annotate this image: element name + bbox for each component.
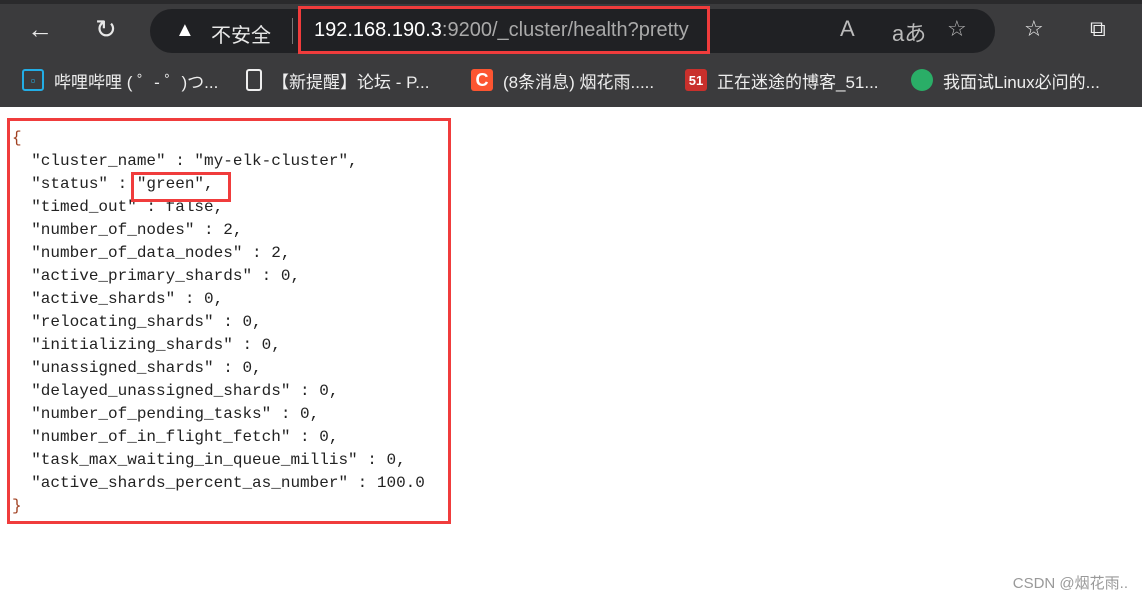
add-favorite-icon[interactable]: ☆ [947, 16, 967, 42]
read-aloud-icon[interactable]: A [840, 16, 855, 42]
tab-strip [0, 0, 1142, 4]
status-highlight-box [131, 172, 231, 202]
collections-icon[interactable]: ⧉ [1090, 16, 1106, 42]
bookmark-label: (8条消息) 烟花雨..... [503, 72, 655, 92]
close-brace: } [12, 497, 22, 515]
bookmark-forum[interactable]: 【新提醒】论坛 - P... [246, 68, 429, 92]
json-line: "unassigned_shards" : 0, [31, 359, 262, 377]
translate-icon[interactable]: aあ [892, 16, 926, 48]
browser-chrome: ← ↻ ▲ 不安全 192.168.190.3:9200/_cluster/he… [0, 0, 1142, 107]
json-line: "relocating_shards" : 0, [31, 313, 262, 331]
page-icon [246, 69, 262, 91]
watermark: CSDN @烟花雨.. [1012, 575, 1128, 592]
back-icon[interactable]: ← [27, 14, 53, 45]
warning-icon[interactable]: ▲ [175, 19, 195, 42]
divider [292, 18, 293, 44]
security-label[interactable]: 不安全 [211, 19, 271, 48]
json-line: "initializing_shards" : 0, [31, 336, 281, 354]
bookmark-csdn[interactable]: C (8条消息) 烟花雨..... [471, 68, 654, 92]
wechat-icon [911, 69, 933, 91]
json-line: "cluster_name" : "my-elk-cluster", [31, 152, 358, 170]
json-line: "task_max_waiting_in_queue_millis" : 0, [31, 451, 406, 469]
url-highlight-box [298, 6, 710, 54]
bookmark-label: 我面试Linux必问的... [943, 72, 1100, 92]
bookmark-bilibili[interactable]: ▫ 哔哩哔哩 ( ゜- ゜)つ... [22, 68, 218, 92]
json-line: "number_of_in_flight_fetch" : 0, [31, 428, 339, 446]
json-line: "number_of_data_nodes" : 2, [31, 244, 291, 262]
bookmark-label: 哔哩哔哩 ( ゜- ゜)つ... [54, 72, 219, 92]
open-brace: { [12, 129, 22, 147]
refresh-icon[interactable]: ↻ [95, 14, 117, 45]
csdn-icon: C [471, 69, 493, 91]
json-line: "active_shards_percent_as_number" : 100.… [31, 474, 425, 492]
json-line: "active_shards" : 0, [31, 290, 224, 308]
bookmark-51cto[interactable]: 51 正在迷途的博客_51... [685, 68, 879, 92]
json-line: "number_of_nodes" : 2, [31, 221, 243, 239]
json-line: "delayed_unassigned_shards" : 0, [31, 382, 339, 400]
bookmark-wechat[interactable]: 我面试Linux必问的... [911, 68, 1100, 92]
json-line: "active_primary_shards" : 0, [31, 267, 301, 285]
bookmark-label: 正在迷途的博客_51... [717, 72, 879, 92]
bilibili-icon: ▫ [22, 69, 44, 91]
json-line: "number_of_pending_tasks" : 0, [31, 405, 320, 423]
51cto-icon: 51 [685, 69, 707, 91]
favorites-icon[interactable]: ☆ [1024, 16, 1044, 42]
bookmark-label: 【新提醒】论坛 - P... [272, 72, 430, 92]
